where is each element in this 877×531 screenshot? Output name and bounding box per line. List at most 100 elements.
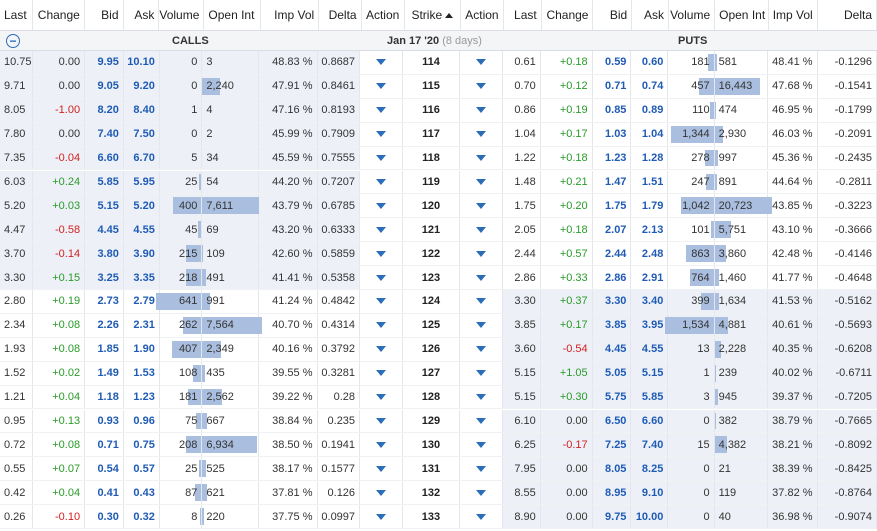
put-bid[interactable]: 5.75 [592, 385, 632, 409]
put-ask[interactable]: 8.25 [631, 457, 669, 481]
column-header-bid-put[interactable]: Bid [593, 0, 633, 30]
put-ask[interactable]: 9.10 [631, 481, 669, 505]
put-action-button[interactable] [460, 337, 503, 361]
call-bid[interactable]: 4.45 [85, 218, 124, 242]
call-bid[interactable]: 0.41 [85, 481, 124, 505]
put-ask[interactable]: 0.74 [631, 74, 669, 98]
call-bid[interactable]: 2.73 [85, 290, 124, 313]
put-action-button[interactable] [460, 242, 503, 266]
call-action-button[interactable] [360, 457, 404, 481]
put-action-button[interactable] [460, 505, 503, 528]
call-ask[interactable]: 1.53 [124, 361, 160, 385]
call-ask[interactable]: 0.57 [124, 457, 160, 481]
call-action-button[interactable] [360, 290, 404, 313]
call-ask[interactable]: 0.96 [124, 409, 160, 433]
column-header-open-int-put[interactable]: Open Int [715, 0, 769, 30]
call-ask[interactable]: 10.10 [123, 51, 160, 74]
put-action-button[interactable] [460, 481, 503, 505]
call-action-button[interactable] [360, 122, 404, 146]
column-header-bid[interactable]: Bid [85, 0, 124, 30]
put-ask[interactable]: 7.40 [631, 433, 669, 457]
call-ask[interactable]: 6.70 [123, 146, 160, 170]
put-ask[interactable]: 2.13 [631, 218, 669, 242]
column-header-open-int[interactable]: Open Int [204, 0, 261, 30]
put-bid[interactable]: 1.03 [593, 122, 632, 146]
column-header-volume[interactable]: Volume [159, 0, 205, 30]
call-ask[interactable]: 4.55 [123, 218, 160, 242]
put-action-button[interactable] [460, 194, 503, 218]
call-action-button[interactable] [360, 313, 404, 337]
put-ask[interactable]: 5.85 [631, 385, 669, 409]
call-bid[interactable]: 0.54 [85, 457, 124, 481]
put-action-button[interactable] [460, 74, 503, 98]
call-action-button[interactable] [360, 146, 404, 170]
put-ask[interactable]: 10.00 [631, 505, 669, 528]
put-action-button[interactable] [460, 122, 503, 146]
put-bid[interactable]: 1.23 [593, 146, 632, 170]
put-ask[interactable]: 4.55 [631, 337, 669, 361]
put-ask[interactable]: 0.60 [631, 51, 669, 74]
put-bid[interactable]: 2.07 [593, 218, 632, 242]
call-ask[interactable]: 1.23 [124, 385, 160, 409]
put-action-button[interactable] [460, 409, 503, 433]
call-ask[interactable]: 0.75 [124, 433, 160, 457]
column-header-ask-put[interactable]: Ask [632, 0, 669, 30]
put-bid[interactable]: 3.85 [592, 313, 632, 337]
call-ask[interactable]: 7.50 [123, 122, 160, 146]
call-ask[interactable]: 2.31 [124, 313, 160, 337]
call-action-button[interactable] [360, 266, 404, 289]
put-bid[interactable]: 4.45 [592, 337, 632, 361]
column-header-change-put[interactable]: Change [542, 0, 594, 30]
call-ask[interactable]: 0.43 [124, 481, 160, 505]
put-action-button[interactable] [460, 290, 503, 313]
call-bid[interactable]: 5.85 [85, 170, 124, 194]
call-action-button[interactable] [360, 481, 404, 505]
call-bid[interactable]: 6.60 [85, 146, 124, 170]
call-action-button[interactable] [360, 218, 404, 242]
column-header-strike[interactable]: Strike [405, 0, 461, 30]
collapse-button[interactable]: − [6, 31, 20, 51]
column-header-last[interactable]: Last [0, 0, 34, 30]
put-bid[interactable]: 8.95 [592, 481, 632, 505]
call-bid[interactable]: 1.18 [85, 385, 124, 409]
call-bid[interactable]: 3.25 [85, 266, 124, 289]
call-action-button[interactable] [360, 409, 404, 433]
call-bid[interactable]: 2.26 [85, 313, 124, 337]
call-ask[interactable]: 2.79 [124, 290, 160, 313]
put-bid[interactable]: 0.71 [593, 74, 632, 98]
put-bid[interactable]: 5.05 [592, 361, 632, 385]
put-ask[interactable]: 3.95 [631, 313, 669, 337]
put-ask[interactable]: 3.40 [631, 290, 669, 313]
put-action-button[interactable] [460, 361, 503, 385]
call-ask[interactable]: 0.32 [124, 505, 160, 528]
put-ask[interactable]: 1.51 [631, 170, 669, 194]
column-header-action[interactable]: Action [362, 0, 405, 30]
put-ask[interactable]: 2.91 [631, 266, 669, 289]
put-action-button[interactable] [460, 266, 503, 289]
call-bid[interactable]: 0.93 [85, 409, 124, 433]
put-action-button[interactable] [460, 170, 503, 194]
put-bid[interactable]: 3.30 [592, 290, 632, 313]
put-ask[interactable]: 2.48 [631, 242, 669, 266]
call-action-button[interactable] [360, 433, 404, 457]
column-header-action-put[interactable]: Action [461, 0, 504, 30]
call-action-button[interactable] [360, 74, 404, 98]
put-ask[interactable]: 6.60 [631, 409, 669, 433]
put-bid[interactable]: 2.44 [593, 242, 632, 266]
column-header-change[interactable]: Change [33, 0, 85, 30]
put-ask[interactable]: 1.28 [631, 146, 669, 170]
call-ask[interactable]: 5.20 [123, 194, 160, 218]
call-bid[interactable]: 8.20 [85, 98, 124, 122]
call-action-button[interactable] [360, 385, 404, 409]
put-bid[interactable]: 0.85 [593, 98, 632, 122]
column-header-imp-vol-put[interactable]: Imp Vol [769, 0, 818, 30]
put-action-button[interactable] [460, 146, 503, 170]
column-header-ask[interactable]: Ask [124, 0, 160, 30]
column-header-delta[interactable]: Delta [319, 0, 362, 30]
put-bid[interactable]: 1.75 [593, 194, 632, 218]
call-bid[interactable]: 0.71 [85, 433, 124, 457]
column-header-imp-vol[interactable]: Imp Vol [261, 0, 320, 30]
call-action-button[interactable] [360, 170, 404, 194]
put-action-button[interactable] [460, 385, 503, 409]
put-bid[interactable]: 8.05 [592, 457, 632, 481]
